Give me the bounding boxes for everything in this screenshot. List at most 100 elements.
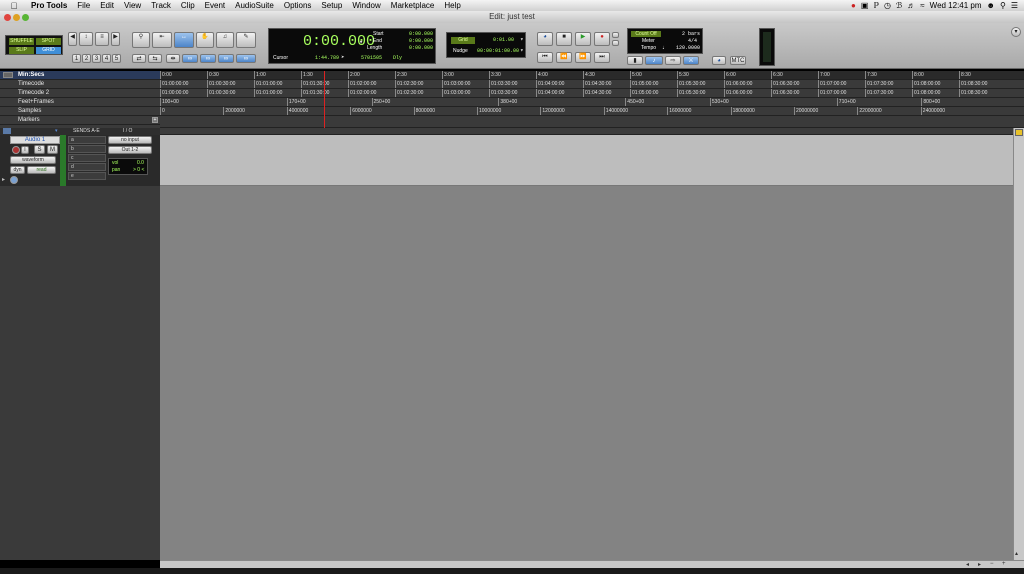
zoom-plus-icon[interactable]: + xyxy=(1002,561,1006,567)
notification-icon[interactable]: ☰ xyxy=(1011,1,1018,10)
zoom-preset-5[interactable]: 5 xyxy=(112,54,121,63)
timecode2-ruler[interactable]: 01:00:00:00 01:00:30:00 01:01:00:00 01:01:3… xyxy=(160,89,1024,98)
send-slot-d[interactable]: d xyxy=(68,163,106,171)
close-button[interactable] xyxy=(4,14,11,21)
count-off-value[interactable]: 2 bars xyxy=(682,31,700,37)
menu-app[interactable]: Pro Tools xyxy=(26,1,72,10)
menu-event[interactable]: Event xyxy=(200,1,230,10)
record-icon[interactable]: ● xyxy=(594,32,610,46)
menu-edit[interactable]: Edit xyxy=(95,1,119,10)
zoom-in-arrow-button[interactable]: ◀ xyxy=(68,32,77,46)
mute-button[interactable]: M xyxy=(47,145,58,154)
send-slot-a[interactable]: a xyxy=(68,136,106,144)
toolbar-options-icon[interactable]: ▾ xyxy=(1011,27,1021,37)
link-edit-icon[interactable]: ∞ xyxy=(200,54,216,63)
edit-window-empty-area[interactable] xyxy=(160,186,1013,560)
apple-icon[interactable]:  xyxy=(8,1,20,11)
count-off-button[interactable]: Count Off xyxy=(631,31,661,37)
return-to-zero-icon[interactable]: ⏮ xyxy=(537,52,553,63)
horizontal-scrollbar[interactable]: ◂ ▸ − + xyxy=(160,560,1024,568)
bluetooth-icon[interactable]: ℙ xyxy=(873,1,879,10)
selector-tool-icon[interactable]: ↔ xyxy=(174,32,194,48)
track-list-empty-area[interactable] xyxy=(0,186,160,560)
menu-options[interactable]: Options xyxy=(279,1,317,10)
ruler-markers-name[interactable]: Markers xyxy=(0,116,160,125)
column-menu-icon[interactable]: ▾ xyxy=(55,128,58,134)
wait-for-note-icon[interactable]: ▮ xyxy=(627,56,643,65)
spotlight-icon[interactable]: ⚲ xyxy=(1000,1,1006,10)
grid-button[interactable]: Grid xyxy=(451,37,475,44)
scroll-up-icon[interactable]: ▴ xyxy=(1015,550,1018,557)
menu-window[interactable]: Window xyxy=(347,1,385,10)
ruler-samples-name[interactable]: Samples xyxy=(0,107,160,116)
menu-file[interactable]: File xyxy=(72,1,95,10)
zoom-out-arrow-button[interactable]: ▶ xyxy=(111,32,120,46)
send-slot-c[interactable]: c xyxy=(68,154,106,162)
metronome-icon[interactable]: ♪ xyxy=(645,56,663,65)
output-selector[interactable]: Out 1-2 xyxy=(108,146,152,154)
playlist-button[interactable]: dyn xyxy=(10,166,25,174)
shuffle-mode-button[interactable]: SHUFFLE xyxy=(9,38,34,45)
track-view-selector[interactable]: waveform xyxy=(10,156,56,164)
loop-toggle-icon[interactable] xyxy=(612,32,619,38)
add-marker-button[interactable]: + xyxy=(152,117,158,123)
start-value[interactable]: 0:00.000 xyxy=(409,31,433,37)
scroll-left-icon[interactable]: ◂ xyxy=(966,561,969,568)
online-icon[interactable]: ◕ xyxy=(537,32,553,46)
scrubber-tool-icon[interactable]: ♫ xyxy=(216,32,234,48)
zoom-midi-button[interactable]: ≡ xyxy=(95,32,109,46)
pan-value[interactable]: > 0 < xyxy=(133,167,144,173)
track-audio-1-lane[interactable] xyxy=(160,135,1013,186)
scroll-right-icon[interactable]: ▸ xyxy=(978,561,981,568)
tempo-value[interactable]: 120.0000 xyxy=(676,45,700,51)
zoom-audio-button[interactable]: ↕ xyxy=(79,32,93,46)
timeline-rulers[interactable]: 0:00 0:30 1:00 1:30 2:00 2:30 3:00 3:30 4:00 4:30… xyxy=(160,71,1024,128)
minimize-button[interactable] xyxy=(13,14,20,21)
menu-marketplace[interactable]: Marketplace xyxy=(386,1,440,10)
trim-tool-icon[interactable]: ⇤ xyxy=(152,32,172,48)
zoom-button[interactable] xyxy=(22,14,29,21)
clock[interactable]: Wed 12:41 pm xyxy=(930,1,982,10)
pencil-tool-icon[interactable]: ✎ xyxy=(236,32,256,48)
menu-track[interactable]: Track xyxy=(146,1,176,10)
track-height-icon[interactable] xyxy=(1015,129,1023,136)
input-selector[interactable]: no input xyxy=(108,136,152,144)
rewind-icon[interactable]: ⏪ xyxy=(556,52,572,63)
menu-help[interactable]: Help xyxy=(439,1,465,10)
menu-view[interactable]: View xyxy=(119,1,146,10)
nudge-value[interactable]: 00:00:01:00.00 xyxy=(477,48,519,54)
status-icon[interactable]: ● xyxy=(851,1,856,10)
midi-merge-icon[interactable]: ⇨ xyxy=(665,56,681,65)
input-monitor-button[interactable]: I xyxy=(21,146,29,154)
user-icon[interactable]: ☻ xyxy=(987,1,995,10)
grid-mode-button[interactable]: GRID xyxy=(36,47,61,54)
main-counter-value[interactable]: 0:00.000 xyxy=(303,33,375,50)
zoom-preset-3[interactable]: 3 xyxy=(92,54,101,63)
slip-mode-button[interactable]: SLIP xyxy=(9,47,34,54)
record-arm-button[interactable] xyxy=(12,146,20,154)
minsecs-ruler[interactable]: 0:00 0:30 1:00 1:30 2:00 2:30 3:00 3:30 4:00 4:30… xyxy=(160,71,1024,80)
playhead-cursor[interactable] xyxy=(324,71,325,136)
link-selection-icon[interactable]: ⇼ xyxy=(166,54,180,63)
feetframes-ruler[interactable]: 100+00 170+00 250+00 380+00 450+00 530+00 710+… xyxy=(160,98,1024,107)
menu-setup[interactable]: Setup xyxy=(316,1,347,10)
tab-to-transient-icon[interactable]: ⇄ xyxy=(132,54,146,63)
link-track-icon[interactable]: ∞ xyxy=(182,54,198,63)
sends-header[interactable]: SENDS A-E xyxy=(73,128,100,134)
go-to-end-icon[interactable]: ⏭ xyxy=(594,52,610,63)
zoomer-tool-icon[interactable]: ⚲ xyxy=(132,32,150,48)
delay-label[interactable]: Dly xyxy=(393,55,402,61)
ruler-timecode-name[interactable]: Timecode xyxy=(0,80,160,89)
fast-forward-icon[interactable]: ⏩ xyxy=(575,52,591,63)
display-icon[interactable]: ▣ xyxy=(861,1,869,10)
expand-track-icon[interactable]: ▸ xyxy=(2,176,5,183)
grabber-tool-icon[interactable]: ✋ xyxy=(196,32,214,48)
mirror-midi-icon[interactable]: ⇆ xyxy=(148,54,162,63)
counter-dropdown-icon[interactable]: ▾ xyxy=(359,38,363,47)
automation-mode-selector[interactable]: read xyxy=(27,166,56,174)
wifi-icon[interactable]: ≈ xyxy=(920,1,924,10)
volume-icon[interactable]: ♬ xyxy=(907,1,915,10)
end-value[interactable]: 0:00.000 xyxy=(409,38,433,44)
loop-toggle-2-icon[interactable] xyxy=(612,40,619,46)
stop-icon[interactable]: ■ xyxy=(556,32,572,46)
